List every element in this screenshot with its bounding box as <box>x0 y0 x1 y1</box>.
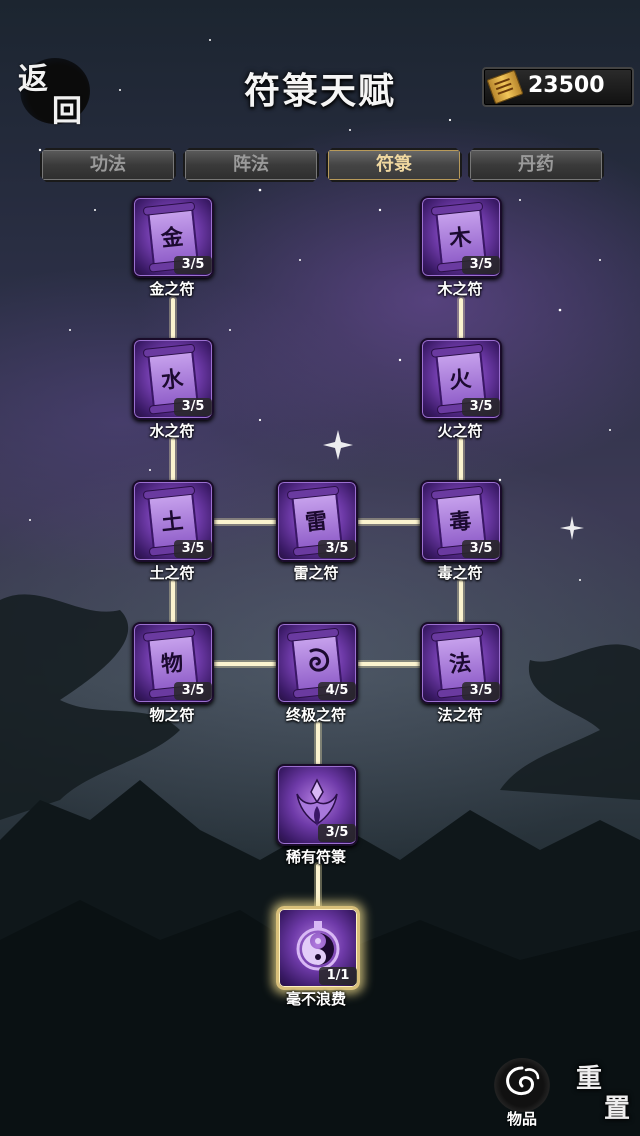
talent-label: 火之符 <box>437 422 483 440</box>
talent-level: 4/5 <box>318 682 356 700</box>
talent-node-metal[interactable]: 金 3/5 金之符 <box>132 196 214 300</box>
talent-card: 水 3/5 <box>132 338 214 420</box>
talent-node-earth[interactable]: 土 3/5 土之符 <box>132 480 214 584</box>
talent-label: 金之符 <box>149 280 195 298</box>
talent-level: 3/5 <box>318 824 356 842</box>
items-label: 物品 <box>506 1110 537 1128</box>
talent-card: 3/5 <box>276 764 358 846</box>
talent-level: 3/5 <box>462 682 500 700</box>
reset-button[interactable]: 重 置 <box>572 1058 636 1130</box>
talent-node-nowaste[interactable]: 1/1 毫不浪费 <box>276 906 360 1010</box>
talent-level: 3/5 <box>174 256 212 274</box>
talent-label: 终极之符 <box>285 706 346 724</box>
talent-label: 毫不浪费 <box>285 990 346 1008</box>
talent-level: 3/5 <box>174 398 212 416</box>
talent-glyph: 毒 <box>447 507 473 537</box>
talent-card: 火 3/5 <box>420 338 502 420</box>
talent-level: 3/5 <box>174 682 212 700</box>
talent-node-magic[interactable]: 法 3/5 法之符 <box>420 622 502 726</box>
talent-glyph: 土 <box>159 507 185 537</box>
talent-glyph: 金 <box>159 223 185 253</box>
talent-node-water[interactable]: 水 3/5 水之符 <box>132 338 214 442</box>
talent-node-rare[interactable]: 3/5 稀有符箓 <box>276 764 358 868</box>
talent-glyph: 物 <box>159 649 185 679</box>
talent-card: 毒 3/5 <box>420 480 502 562</box>
talent-node-wood[interactable]: 木 3/5 木之符 <box>420 196 502 300</box>
talent-card: 土 3/5 <box>132 480 214 562</box>
talent-level: 3/5 <box>318 540 356 558</box>
talent-label: 毒之符 <box>437 564 483 582</box>
talent-node-thunder[interactable]: 雷 3/5 雷之符 <box>276 480 358 584</box>
talent-node-physical[interactable]: 物 3/5 物之符 <box>132 622 214 726</box>
talent-label: 土之符 <box>149 564 195 582</box>
talent-card: 雷 3/5 <box>276 480 358 562</box>
talent-level: 3/5 <box>462 398 500 416</box>
talent-label: 木之符 <box>437 280 483 298</box>
talent-label: 稀有符箓 <box>285 848 346 866</box>
talent-label: 水之符 <box>149 422 195 440</box>
talent-node-ultimate[interactable]: 4/5 终极之符 <box>276 622 358 726</box>
talent-level: 3/5 <box>462 540 500 558</box>
talent-glyph: 雷 <box>303 507 329 537</box>
talent-card: 木 3/5 <box>420 196 502 278</box>
reset-label-char-2: 置 <box>604 1094 631 1124</box>
talent-level: 3/5 <box>462 256 500 274</box>
talent-label: 雷之符 <box>293 564 339 582</box>
talent-glyph: 火 <box>447 365 473 395</box>
talent-card: 物 3/5 <box>132 622 214 704</box>
talent-glyph: 木 <box>447 223 473 253</box>
talent-node-fire[interactable]: 火 3/5 火之符 <box>420 338 502 442</box>
talent-node-poison[interactable]: 毒 3/5 毒之符 <box>420 480 502 584</box>
talent-card: 金 3/5 <box>132 196 214 278</box>
talent-label: 物之符 <box>149 706 195 724</box>
talent-card: 4/5 <box>276 622 358 704</box>
talent-glyph: 法 <box>447 649 473 679</box>
talent-level: 3/5 <box>174 540 212 558</box>
talent-level: 1/1 <box>319 967 357 985</box>
talent-glyph: 水 <box>159 365 185 395</box>
talent-card: 1/1 <box>276 906 360 990</box>
swirl-crane-icon <box>506 1066 540 1096</box>
talent-card: 法 3/5 <box>420 622 502 704</box>
talent-label: 法之符 <box>437 706 483 724</box>
reset-label-char-1: 重 <box>576 1064 603 1094</box>
items-button[interactable]: 物品 <box>490 1056 554 1128</box>
